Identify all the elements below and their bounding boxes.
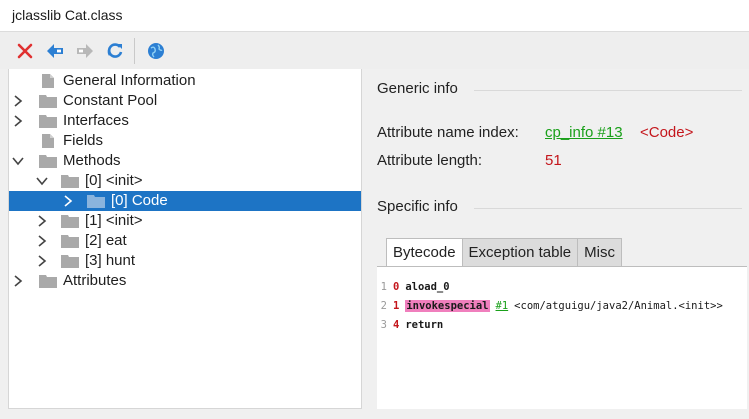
divider — [474, 208, 742, 209]
specific-info-title: Specific info — [377, 198, 458, 215]
tree-node-label: Methods — [63, 152, 121, 169]
arrow-right-icon — [77, 43, 93, 58]
tree-node-methods[interactable]: Methods — [9, 151, 361, 171]
arrow-left-icon — [47, 43, 63, 58]
chevron-right-icon[interactable] — [35, 231, 49, 251]
file-icon — [39, 131, 57, 151]
attribute-name-index-label: Attribute name index: — [377, 124, 519, 141]
jclasslib-window: jclasslib Cat.class General Information … — [0, 0, 749, 419]
bytecode-view[interactable]: 1 0 aload_0 2 1 invokespecial #1 <com/at… — [377, 266, 747, 409]
tab-misc[interactable]: Misc — [577, 238, 622, 266]
cp-info-link[interactable]: cp_info #13 — [545, 124, 623, 141]
folder-icon — [61, 171, 79, 191]
close-file-button[interactable] — [10, 36, 40, 66]
bytecode-line: 3 4 return — [377, 316, 444, 334]
tree-node-label: Constant Pool — [63, 92, 158, 109]
bytecode-offset: 1 — [393, 300, 400, 312]
tree-node-general-information[interactable]: General Information — [9, 71, 361, 91]
tree-node-label: Interfaces — [63, 112, 129, 129]
reload-button[interactable] — [100, 36, 130, 66]
toolbar-separator — [134, 37, 135, 64]
tree-node-label: Fields — [63, 132, 104, 149]
forward-button[interactable] — [70, 36, 100, 66]
opcode-highlighted: invokespecial — [405, 300, 490, 312]
tree-node-method-0-init[interactable]: [0] <init> — [9, 171, 361, 191]
chevron-down-icon[interactable] — [35, 171, 49, 191]
folder-icon — [61, 231, 79, 251]
divider — [474, 90, 742, 91]
chevron-right-icon[interactable] — [35, 211, 49, 231]
tree-node-label: [2] eat — [85, 232, 127, 249]
opcode: return — [405, 319, 444, 331]
attribute-length-value: 51 — [545, 152, 562, 169]
folder-icon — [87, 191, 105, 211]
constant-pool-link[interactable]: #1 — [496, 300, 509, 312]
tree-node-attributes[interactable]: Attributes — [9, 271, 361, 291]
window-title: jclasslib Cat.class — [0, 0, 749, 31]
tree-node-label: [0] Code — [111, 192, 168, 209]
folder-icon — [39, 151, 57, 171]
tab-exception-table[interactable]: Exception table — [461, 238, 579, 266]
chevron-right-icon[interactable] — [11, 91, 25, 111]
tree-node-fields[interactable]: Fields — [9, 131, 361, 151]
line-number: 2 — [380, 300, 387, 312]
bytecode-comment: <com/atguigu/java2/Animal.<init>> — [514, 300, 723, 312]
specific-info-tabs: Bytecode Exception table Misc — [386, 238, 622, 266]
tree-node-label: Attributes — [63, 272, 127, 289]
tree-node-constant-pool[interactable]: Constant Pool — [9, 91, 361, 111]
bytecode-offset: 0 — [393, 281, 400, 293]
line-number: 3 — [380, 319, 387, 331]
close-icon — [17, 43, 33, 58]
globe-icon — [148, 42, 164, 59]
generic-info-title: Generic info — [377, 80, 458, 97]
folder-icon — [61, 251, 79, 271]
folder-icon — [61, 211, 79, 231]
attribute-detail-panel: Generic info Attribute name index: cp_in… — [362, 69, 747, 409]
folder-icon — [39, 271, 57, 291]
opcode: aload_0 — [405, 281, 450, 293]
chevron-right-icon[interactable] — [11, 271, 25, 291]
tab-bytecode[interactable]: Bytecode — [386, 238, 463, 266]
line-number: 1 — [380, 281, 387, 293]
chevron-right-icon[interactable] — [35, 251, 49, 271]
tree-node-label: [0] <init> — [85, 172, 143, 189]
folder-icon — [39, 91, 57, 111]
tree-node-label: [1] <init> — [85, 212, 143, 229]
bytecode-line: 2 1 invokespecial #1 <com/atguigu/java2/… — [377, 297, 723, 315]
tree-node-method-1-init[interactable]: [1] <init> — [9, 211, 361, 231]
bytecode-offset: 4 — [393, 319, 400, 331]
back-button[interactable] — [40, 36, 70, 66]
chevron-down-icon[interactable] — [11, 151, 25, 171]
tree-node-interfaces[interactable]: Interfaces — [9, 111, 361, 131]
bytecode-line: 1 0 aload_0 — [377, 278, 450, 296]
tree-node-method-2-eat[interactable]: [2] eat — [9, 231, 361, 251]
browser-button[interactable] — [141, 36, 171, 66]
attribute-name-value: <Code> — [640, 124, 694, 141]
tree-node-label: General Information — [63, 72, 196, 89]
folder-icon — [39, 111, 57, 131]
tree-node-code-selected[interactable]: [0] Code — [9, 191, 361, 211]
toolbar — [0, 31, 749, 69]
attribute-length-label: Attribute length: — [377, 152, 483, 169]
class-structure-tree[interactable]: General Information Constant Pool Interf… — [8, 69, 362, 409]
chevron-right-icon[interactable] — [61, 191, 75, 211]
tree-node-method-3-hunt[interactable]: [3] hunt — [9, 251, 361, 271]
chevron-right-icon[interactable] — [11, 111, 25, 131]
tree-node-label: [3] hunt — [85, 252, 136, 269]
file-icon — [39, 71, 57, 91]
refresh-icon — [107, 42, 123, 58]
